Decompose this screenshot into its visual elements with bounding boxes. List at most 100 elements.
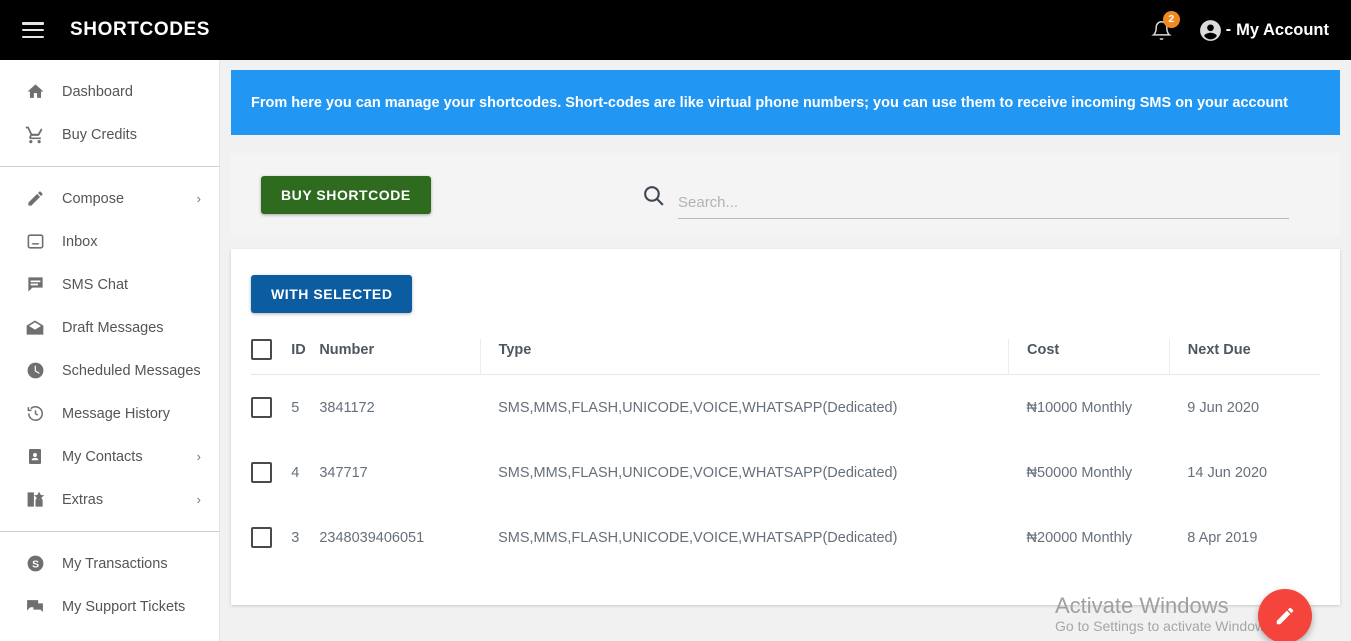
column-header-id[interactable]: ID <box>291 339 320 375</box>
shopping-cart-icon <box>24 124 46 146</box>
home-icon <box>24 81 46 103</box>
main-content: From here you can manage your shortcodes… <box>220 60 1351 641</box>
cell-cost: ₦10000 Monthly <box>1026 399 1133 416</box>
extras-grid-icon <box>24 489 46 511</box>
cell-id: 3 <box>291 529 300 546</box>
top-app-bar: SHORTCODES 2 - My Account <box>0 0 1351 60</box>
sidebar-item-label: Message History <box>62 405 170 422</box>
sidebar-item-inbox[interactable]: Inbox <box>0 220 219 263</box>
info-banner-text: From here you can manage your shortcodes… <box>251 94 1288 111</box>
cell-id: 4 <box>291 464 300 481</box>
cell-number: 3841172 <box>319 399 375 416</box>
account-menu[interactable]: - My Account <box>1198 18 1329 43</box>
row-select-cell <box>251 505 291 570</box>
hamburger-line <box>22 28 44 32</box>
sidebar-item-label: SMS Chat <box>62 276 129 293</box>
sidebar-item-draft-messages[interactable]: Draft Messages <box>0 306 219 349</box>
cell-number: 2348039406051 <box>319 529 425 546</box>
row-checkbox[interactable] <box>251 397 272 418</box>
sidebar-item-my-contacts[interactable]: My Contacts › <box>0 435 219 478</box>
buy-shortcode-button[interactable]: BUY SHORTCODE <box>261 176 431 214</box>
cell-cost: ₦20000 Monthly <box>1026 529 1133 546</box>
cell-type: SMS,MMS,FLASH,UNICODE,VOICE,WHATSAPP(Ded… <box>498 529 898 546</box>
chevron-right-icon: › <box>196 449 201 464</box>
info-banner: From here you can manage your shortcodes… <box>231 70 1340 135</box>
search-icon <box>641 183 666 213</box>
sidebar-item-label: My Support Tickets <box>62 598 186 615</box>
table-body: 5 3841172 SMS,MMS,FLASH,UNICODE,VOICE,WH… <box>251 375 1320 571</box>
cell-type: SMS,MMS,FLASH,UNICODE,VOICE,WHATSAPP(Ded… <box>498 399 898 416</box>
compose-fab-button[interactable] <box>1258 589 1312 641</box>
contacts-book-icon <box>24 446 46 468</box>
envelope-open-icon <box>24 317 46 339</box>
notification-badge: 2 <box>1162 11 1180 28</box>
sidebar-item-label: Extras <box>62 491 104 508</box>
topbar-actions: 2 - My Account <box>1142 10 1329 50</box>
sidebar-group-account: S My Transactions My Support Tickets <box>0 531 219 638</box>
sidebar-item-message-history[interactable]: Message History <box>0 392 219 435</box>
cell-number: 347717 <box>319 464 368 481</box>
sidebar-item-extras[interactable]: Extras › <box>0 478 219 521</box>
column-header-next-due[interactable]: Next Due <box>1168 339 1320 375</box>
select-all-checkbox[interactable] <box>251 339 272 360</box>
hamburger-icon[interactable] <box>22 22 44 38</box>
column-header-number[interactable]: Number <box>319 339 481 375</box>
sidebar-item-label: Draft Messages <box>62 319 164 336</box>
cell-id: 5 <box>291 399 300 416</box>
column-header-type[interactable]: Type <box>479 339 1009 375</box>
actions-toolbar: BUY SHORTCODE <box>231 153 1340 237</box>
chevron-right-icon: › <box>196 191 201 206</box>
sidebar-group-primary: Dashboard Buy Credits <box>0 60 219 166</box>
cell-next-due: 9 Jun 2020 <box>1187 399 1260 416</box>
table-row[interactable]: 3 2348039406051 SMS,MMS,FLASH,UNICODE,VO… <box>251 505 1320 570</box>
watermark-subtitle: Go to Settings to activate Windows. <box>1055 618 1276 635</box>
column-header-cost[interactable]: Cost <box>1008 339 1170 375</box>
inbox-icon <box>24 231 46 253</box>
search-bar <box>641 183 1289 219</box>
account-label: My Account <box>1236 20 1329 39</box>
sidebar-group-messaging: Compose › Inbox SMS Chat Draft Messages <box>0 166 219 531</box>
select-all-header <box>251 339 292 375</box>
sidebar-item-label: Dashboard <box>62 83 133 100</box>
cell-type: SMS,MMS,FLASH,UNICODE,VOICE,WHATSAPP(Ded… <box>498 464 898 481</box>
sidebar-item-my-transactions[interactable]: S My Transactions <box>0 542 219 585</box>
row-checkbox[interactable] <box>251 527 272 548</box>
cell-next-due: 14 Jun 2020 <box>1187 464 1268 481</box>
sidebar-item-label: Buy Credits <box>62 126 137 143</box>
sidebar-item-sms-chat[interactable]: SMS Chat <box>0 263 219 306</box>
chat-bubble-icon <box>24 274 46 296</box>
sidebar-item-my-support-tickets[interactable]: My Support Tickets <box>0 585 219 628</box>
hamburger-line <box>22 22 44 25</box>
with-selected-button[interactable]: WITH SELECTED <box>251 275 413 313</box>
dollar-circle-icon: S <box>24 553 46 575</box>
row-select-cell <box>251 375 291 441</box>
table-row[interactable]: 4 347717 SMS,MMS,FLASH,UNICODE,VOICE,WHA… <box>251 440 1320 505</box>
svg-text:S: S <box>32 559 39 570</box>
cell-cost: ₦50000 Monthly <box>1026 464 1133 481</box>
table-header-row: ID Number Type Cost Next Due <box>251 339 1320 375</box>
shortcodes-table-card: WITH SELECTED ID Number Type Cost Next D… <box>231 249 1340 641</box>
sidebar-item-scheduled-messages[interactable]: Scheduled Messages <box>0 349 219 392</box>
chevron-right-icon: › <box>196 492 201 507</box>
row-select-cell <box>251 440 291 505</box>
sidebar-item-label: Scheduled Messages <box>62 362 201 379</box>
page-title: SHORTCODES <box>70 19 211 40</box>
user-circle-icon <box>1199 19 1221 41</box>
history-icon <box>24 403 46 425</box>
sidebar-item-label: My Contacts <box>62 448 143 465</box>
account-separator: - <box>1225 21 1232 38</box>
sidebar-item-dashboard[interactable]: Dashboard <box>0 70 219 113</box>
hamburger-line <box>22 35 44 38</box>
sidebar-item-compose[interactable]: Compose › <box>0 177 219 220</box>
table-row[interactable]: 5 3841172 SMS,MMS,FLASH,UNICODE,VOICE,WH… <box>251 375 1320 441</box>
search-input[interactable] <box>678 194 1289 219</box>
sidebar-item-label: Inbox <box>62 233 98 250</box>
row-checkbox[interactable] <box>251 462 272 483</box>
notifications-button[interactable]: 2 <box>1142 10 1182 50</box>
sidebar-item-label: Compose <box>62 190 125 207</box>
sidebar-item-buy-credits[interactable]: Buy Credits <box>0 113 219 156</box>
clock-icon <box>24 360 46 382</box>
pencil-icon <box>1276 607 1294 625</box>
cell-next-due: 8 Apr 2019 <box>1187 529 1258 546</box>
pencil-icon <box>24 188 46 210</box>
